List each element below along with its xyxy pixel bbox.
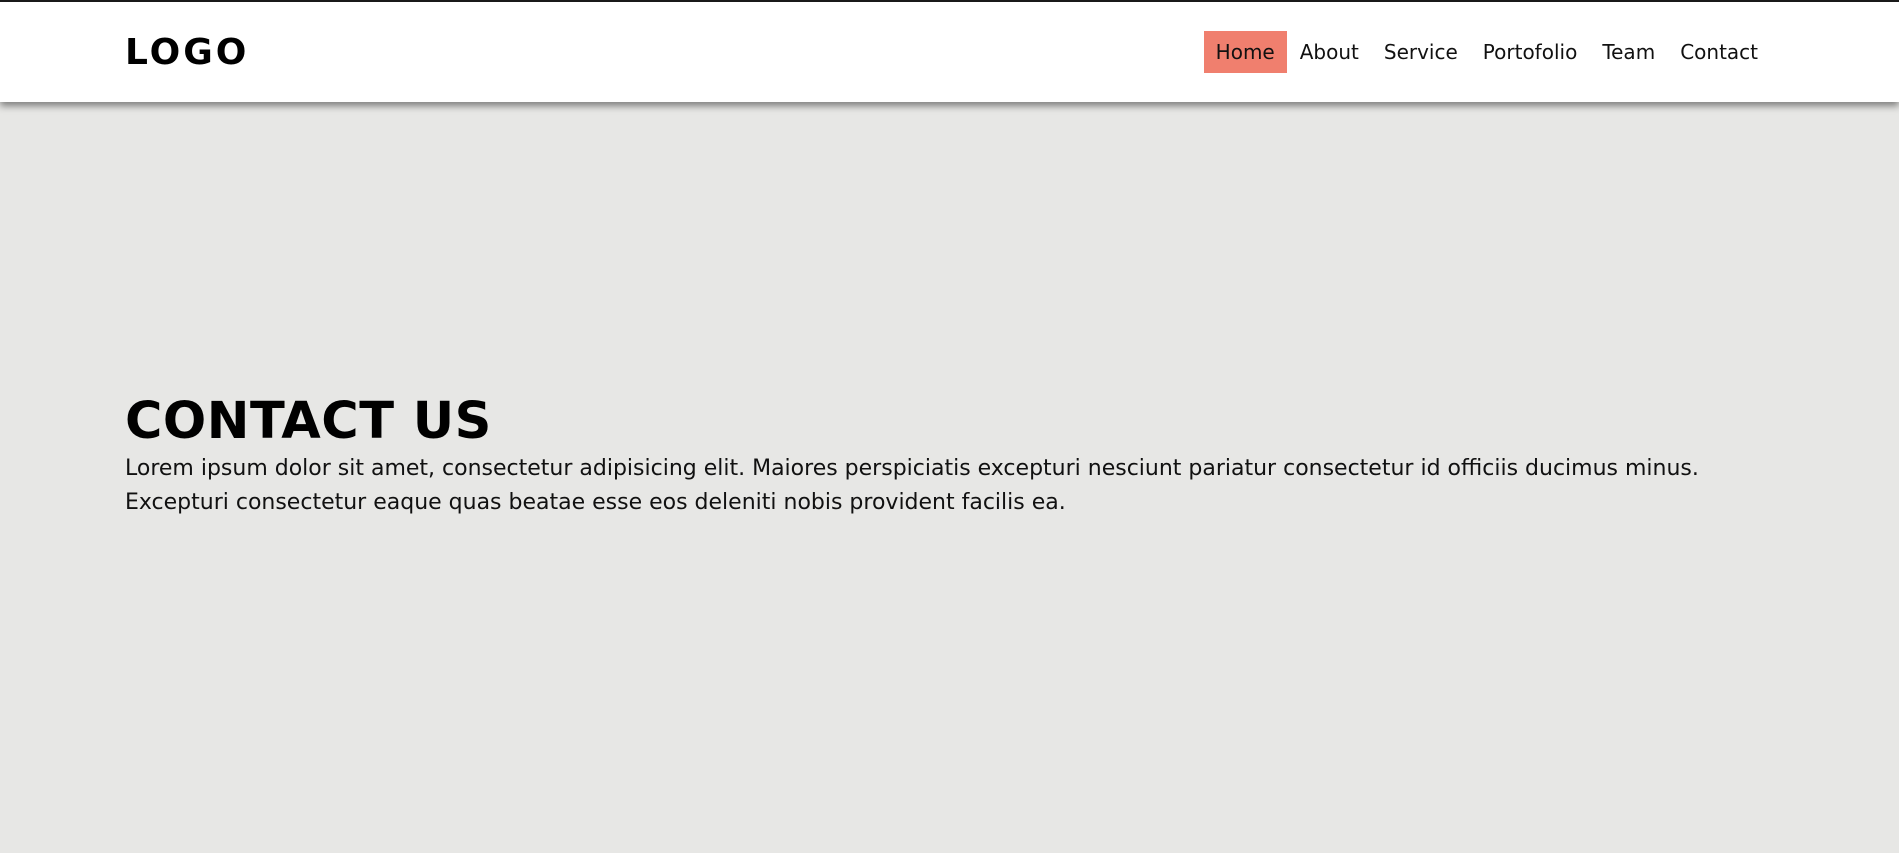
site-logo[interactable]: LOGO (125, 31, 249, 75)
page-title: CONTACT US (125, 392, 492, 451)
contact-hero-section: CONTACT US Lorem ipsum dolor sit amet, c… (125, 392, 1805, 520)
main-navigation: Home About Service Portofolio Team Conta… (1203, 31, 1770, 73)
intro-paragraph: Lorem ipsum dolor sit amet, consectetur … (125, 456, 1699, 515)
nav-link-service[interactable]: Service (1372, 31, 1470, 73)
nav-link-about[interactable]: About (1288, 31, 1371, 73)
nav-link-portofolio[interactable]: Portofolio (1471, 31, 1590, 73)
site-header: LOGO Home About Service Portofolio Team … (0, 2, 1899, 102)
nav-link-team[interactable]: Team (1590, 31, 1667, 73)
nav-link-home[interactable]: Home (1203, 31, 1287, 73)
nav-link-contact[interactable]: Contact (1668, 31, 1770, 73)
